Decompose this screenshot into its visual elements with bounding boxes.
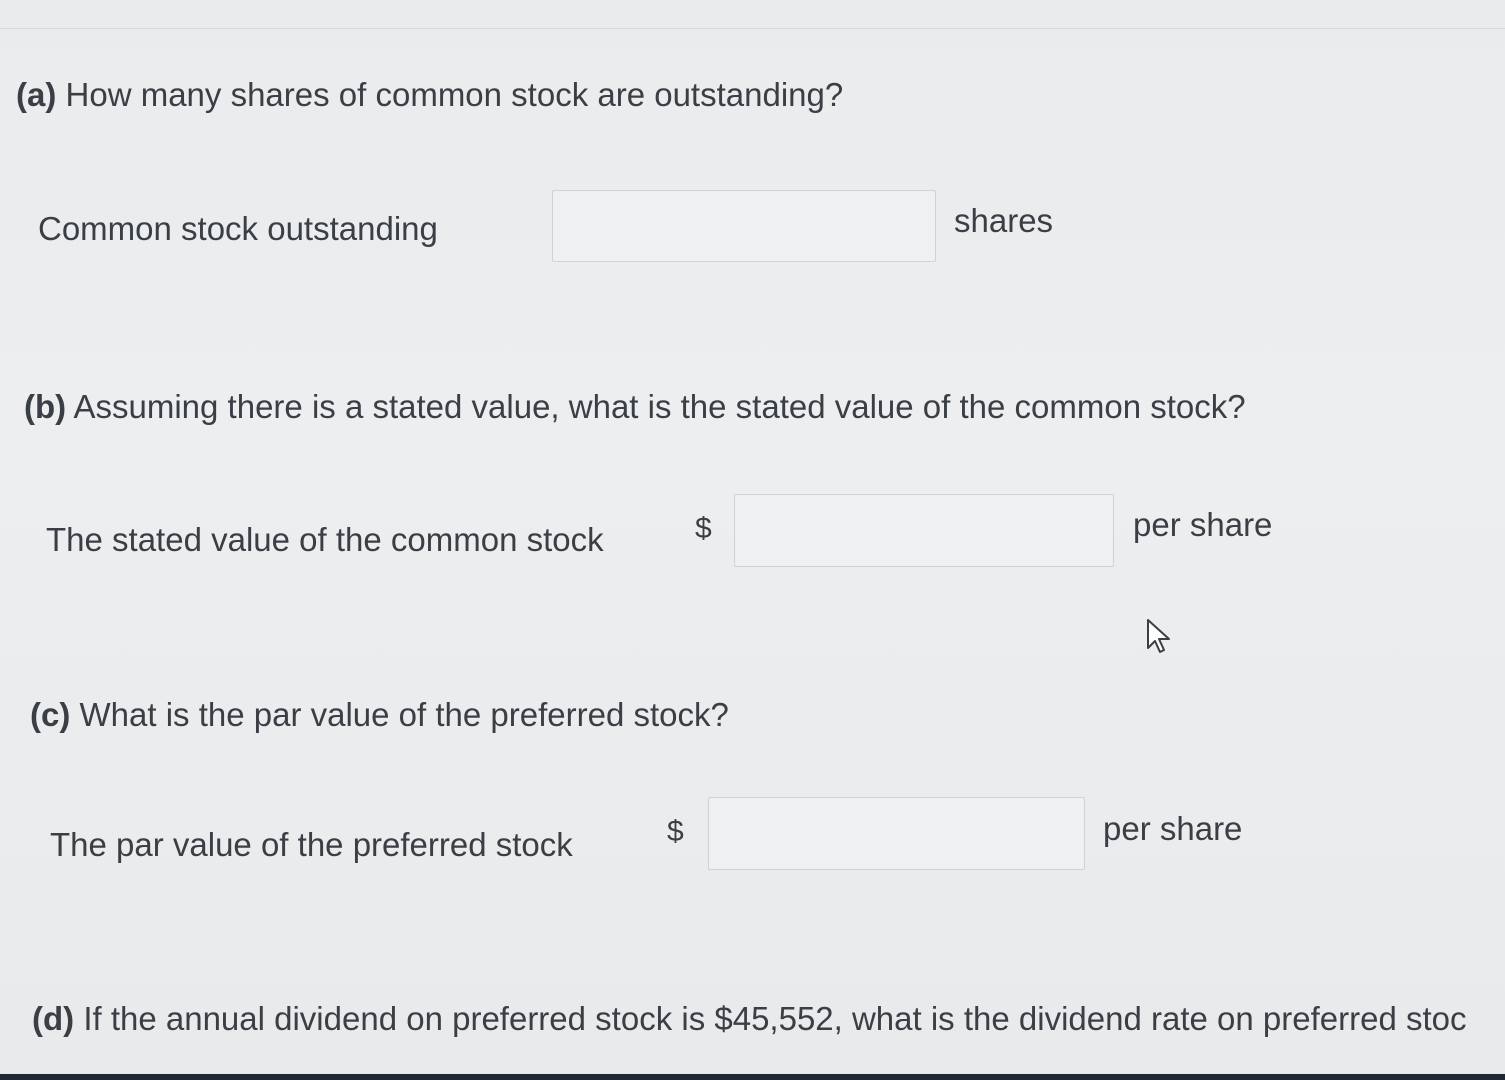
question-b-text: Assuming there is a stated value, what i… (73, 388, 1246, 425)
question-c: (c) What is the par value of the preferr… (30, 696, 729, 734)
stated-value-input[interactable] (734, 494, 1114, 567)
top-divider (0, 28, 1505, 29)
par-value-currency: $ (667, 815, 684, 848)
par-value-input[interactable] (708, 797, 1085, 870)
question-c-letter: (c) (30, 696, 71, 733)
question-d-text: If the annual dividend on preferred stoc… (83, 1000, 1467, 1037)
question-d-letter: (d) (32, 1000, 75, 1037)
question-b-letter: (b) (24, 388, 67, 425)
mouse-pointer-icon (1147, 619, 1170, 653)
stated-value-currency: $ (695, 512, 712, 545)
common-stock-outstanding-input[interactable] (552, 190, 936, 262)
question-c-text: What is the par value of the preferred s… (79, 696, 729, 733)
par-value-label: The par value of the preferred stock (50, 826, 573, 863)
common-stock-outstanding-label: Common stock outstanding (38, 210, 438, 247)
question-b: (b) Assuming there is a stated value, wh… (24, 388, 1246, 426)
question-a-text: How many shares of common stock are outs… (65, 76, 844, 113)
question-d: (d) If the annual dividend on preferred … (32, 1000, 1467, 1038)
question-a: (a) How many shares of common stock are … (16, 76, 843, 114)
par-value-unit-label: per share (1103, 810, 1243, 847)
shares-unit-label: shares (954, 202, 1054, 239)
bottom-edge-bar (0, 1074, 1505, 1080)
question-a-letter: (a) (16, 76, 57, 113)
stated-value-label: The stated value of the common stock (46, 521, 604, 558)
stated-value-unit-label: per share (1133, 506, 1273, 543)
